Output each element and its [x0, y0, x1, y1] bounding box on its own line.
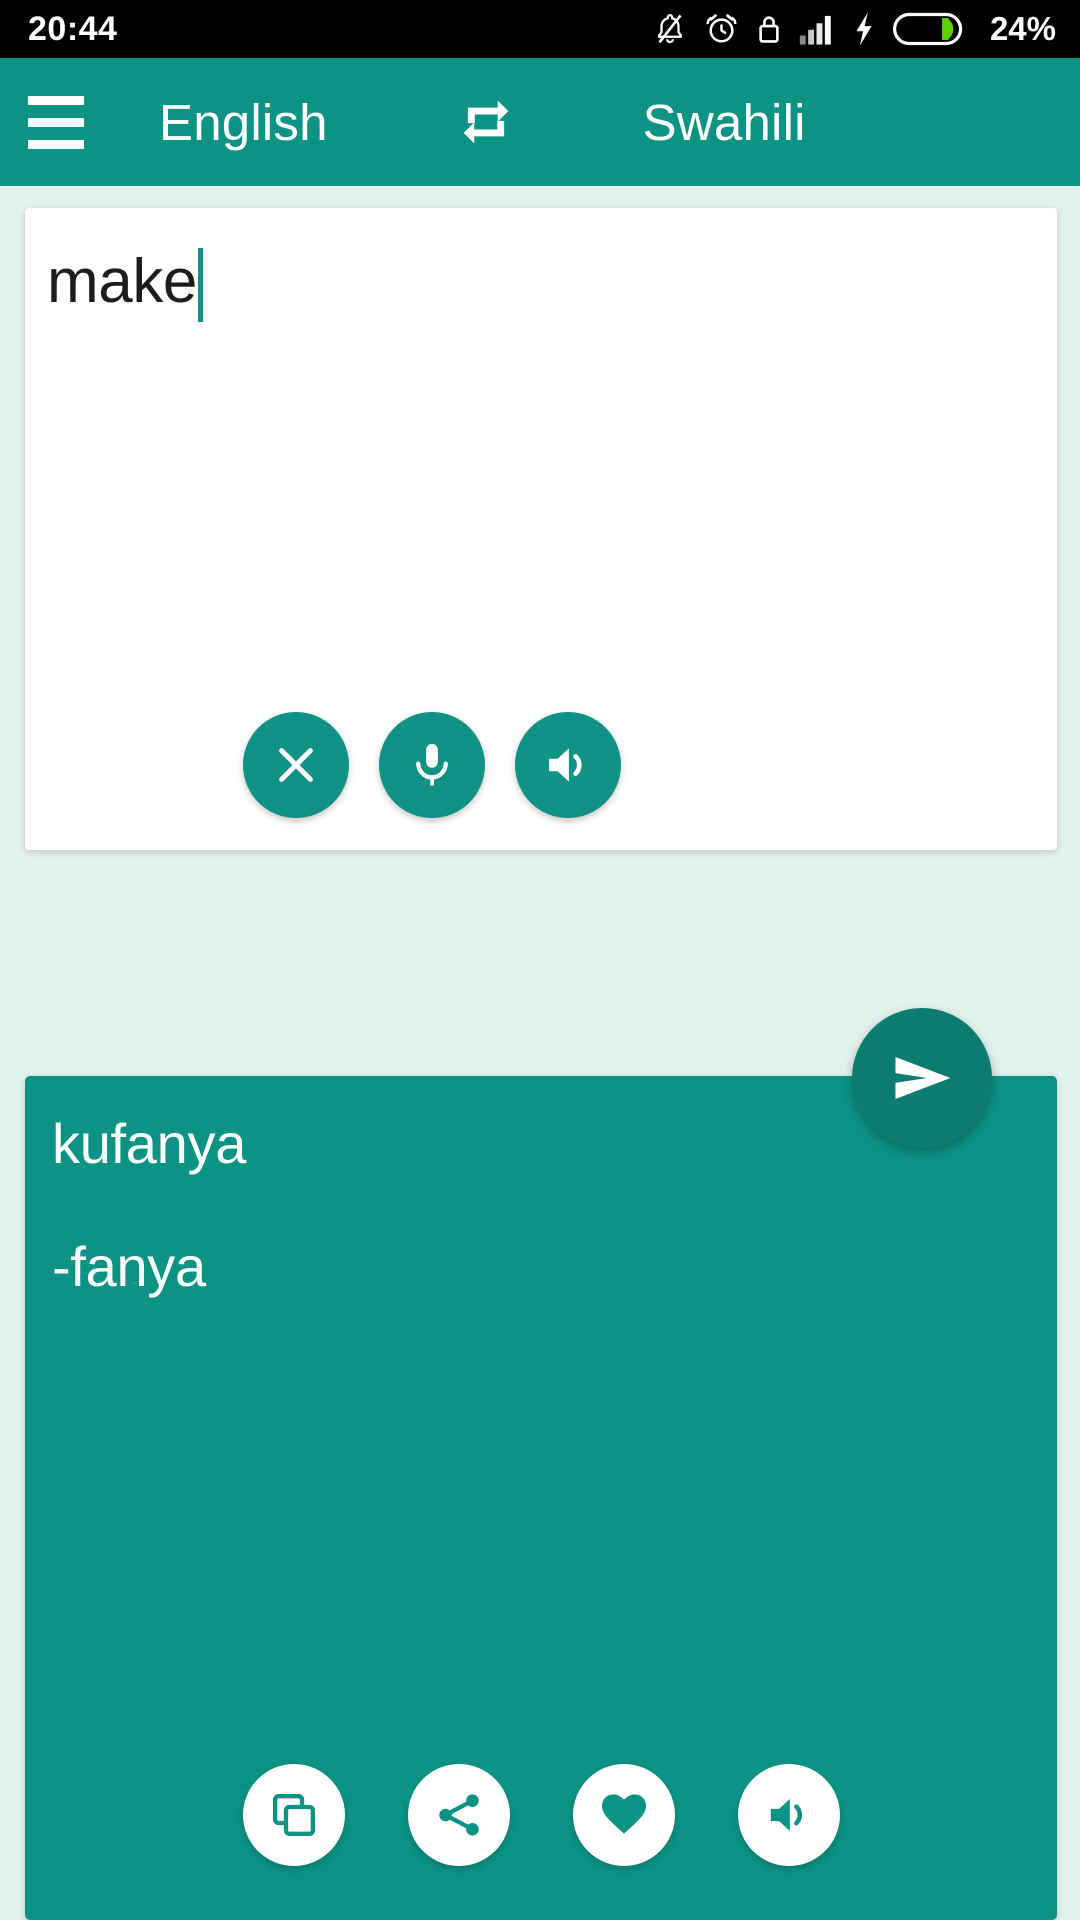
hamburger-menu-icon[interactable]	[0, 58, 112, 186]
speak-result-button[interactable]	[737, 1764, 840, 1866]
source-text-value: make	[47, 247, 198, 316]
source-language-selector[interactable]: English	[159, 93, 328, 152]
target-language-selector[interactable]: Swahili	[643, 93, 806, 152]
text-caret	[198, 248, 204, 322]
favorite-button[interactable]	[572, 1764, 675, 1866]
share-button[interactable]	[407, 1764, 510, 1866]
status-time: 20:44	[28, 9, 118, 48]
battery-icon	[892, 11, 967, 47]
speak-source-button[interactable]	[515, 712, 621, 818]
signal-bars-icon	[799, 12, 835, 46]
source-text-input[interactable]: make	[47, 244, 1027, 322]
translation-list: kufanya -fanya	[52, 1110, 1027, 1356]
translate-send-button[interactable]	[852, 1008, 992, 1148]
charging-bolt-icon	[852, 10, 876, 48]
alarm-icon	[704, 10, 739, 48]
swap-languages-icon[interactable]	[441, 77, 531, 167]
voice-input-button[interactable]	[379, 712, 485, 818]
result-actions	[25, 1764, 1057, 1866]
status-bar: 20:44 24%	[0, 0, 1080, 58]
translation-item[interactable]: -fanya	[52, 1233, 1027, 1300]
app-screen: 20:44 24% English Swahili make kufanya -…	[0, 0, 1080, 1920]
clear-button[interactable]	[243, 712, 349, 818]
status-icons: 24%	[653, 10, 1056, 48]
notifications-off-icon	[653, 10, 687, 48]
lock-icon	[756, 10, 782, 48]
copy-button[interactable]	[242, 1764, 345, 1866]
translation-result-card: kufanya -fanya	[25, 1076, 1057, 1920]
battery-percent: 24%	[989, 10, 1056, 47]
app-bar: English Swahili	[0, 58, 1080, 186]
source-text-card: make	[25, 208, 1057, 850]
source-actions	[25, 712, 1057, 818]
